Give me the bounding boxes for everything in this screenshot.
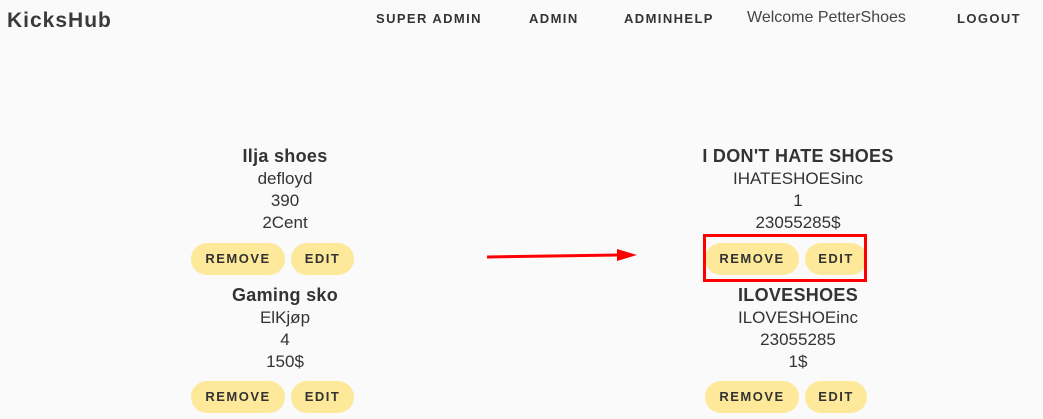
product-card: Gaming sko ElKjøp 4 150$: [135, 284, 435, 373]
product-name: Gaming sko: [231, 285, 339, 305]
product-card: Ilja shoes defloyd 390 2Cent: [135, 145, 435, 234]
remove-button[interactable]: REMOVE: [191, 243, 285, 275]
arrow-right-icon: [486, 249, 637, 261]
edit-button[interactable]: EDIT: [805, 381, 867, 413]
product-quantity: 390: [270, 191, 300, 210]
highlight-box: [703, 234, 867, 282]
product-price: 150$: [266, 352, 304, 371]
welcome-text: Welcome PetterShoes: [747, 9, 906, 26]
page: KicksHub SUPER ADMIN ADMIN ADMINHELP Wel…: [0, 0, 1043, 419]
nav-logout[interactable]: LOGOUT: [957, 11, 1021, 26]
product-brand: ILOVESHOEinc: [738, 308, 858, 327]
remove-button[interactable]: REMOVE: [191, 381, 285, 413]
nav-adminhelp[interactable]: ADMINHELP: [624, 11, 714, 26]
product-quantity: 1: [793, 191, 803, 210]
edit-button[interactable]: EDIT: [291, 243, 354, 275]
brand-logo[interactable]: KicksHub: [7, 9, 112, 33]
product-price: 1$: [788, 352, 808, 371]
product-quantity: 4: [280, 330, 290, 349]
nav-super-admin[interactable]: SUPER ADMIN: [376, 11, 482, 26]
product-name: ILOVESHOES: [737, 285, 859, 305]
nav-admin[interactable]: ADMIN: [529, 11, 579, 26]
product-name: Ilja shoes: [242, 146, 328, 166]
product-price: 2Cent: [262, 213, 308, 232]
product-card: I DON'T HATE SHOES IHATESHOESinc 1 23055…: [648, 145, 948, 234]
product-brand: defloyd: [257, 169, 313, 188]
product-name: I DON'T HATE SHOES: [702, 146, 894, 166]
product-brand: IHATESHOESinc: [732, 169, 864, 188]
product-brand: ElKjøp: [259, 308, 311, 327]
product-quantity: 23055285: [760, 330, 836, 349]
product-card: ILOVESHOES ILOVESHOEinc 23055285 1$: [648, 284, 948, 373]
remove-button[interactable]: REMOVE: [705, 381, 799, 413]
edit-button[interactable]: EDIT: [291, 381, 354, 413]
product-price: 23055285$: [755, 213, 841, 232]
